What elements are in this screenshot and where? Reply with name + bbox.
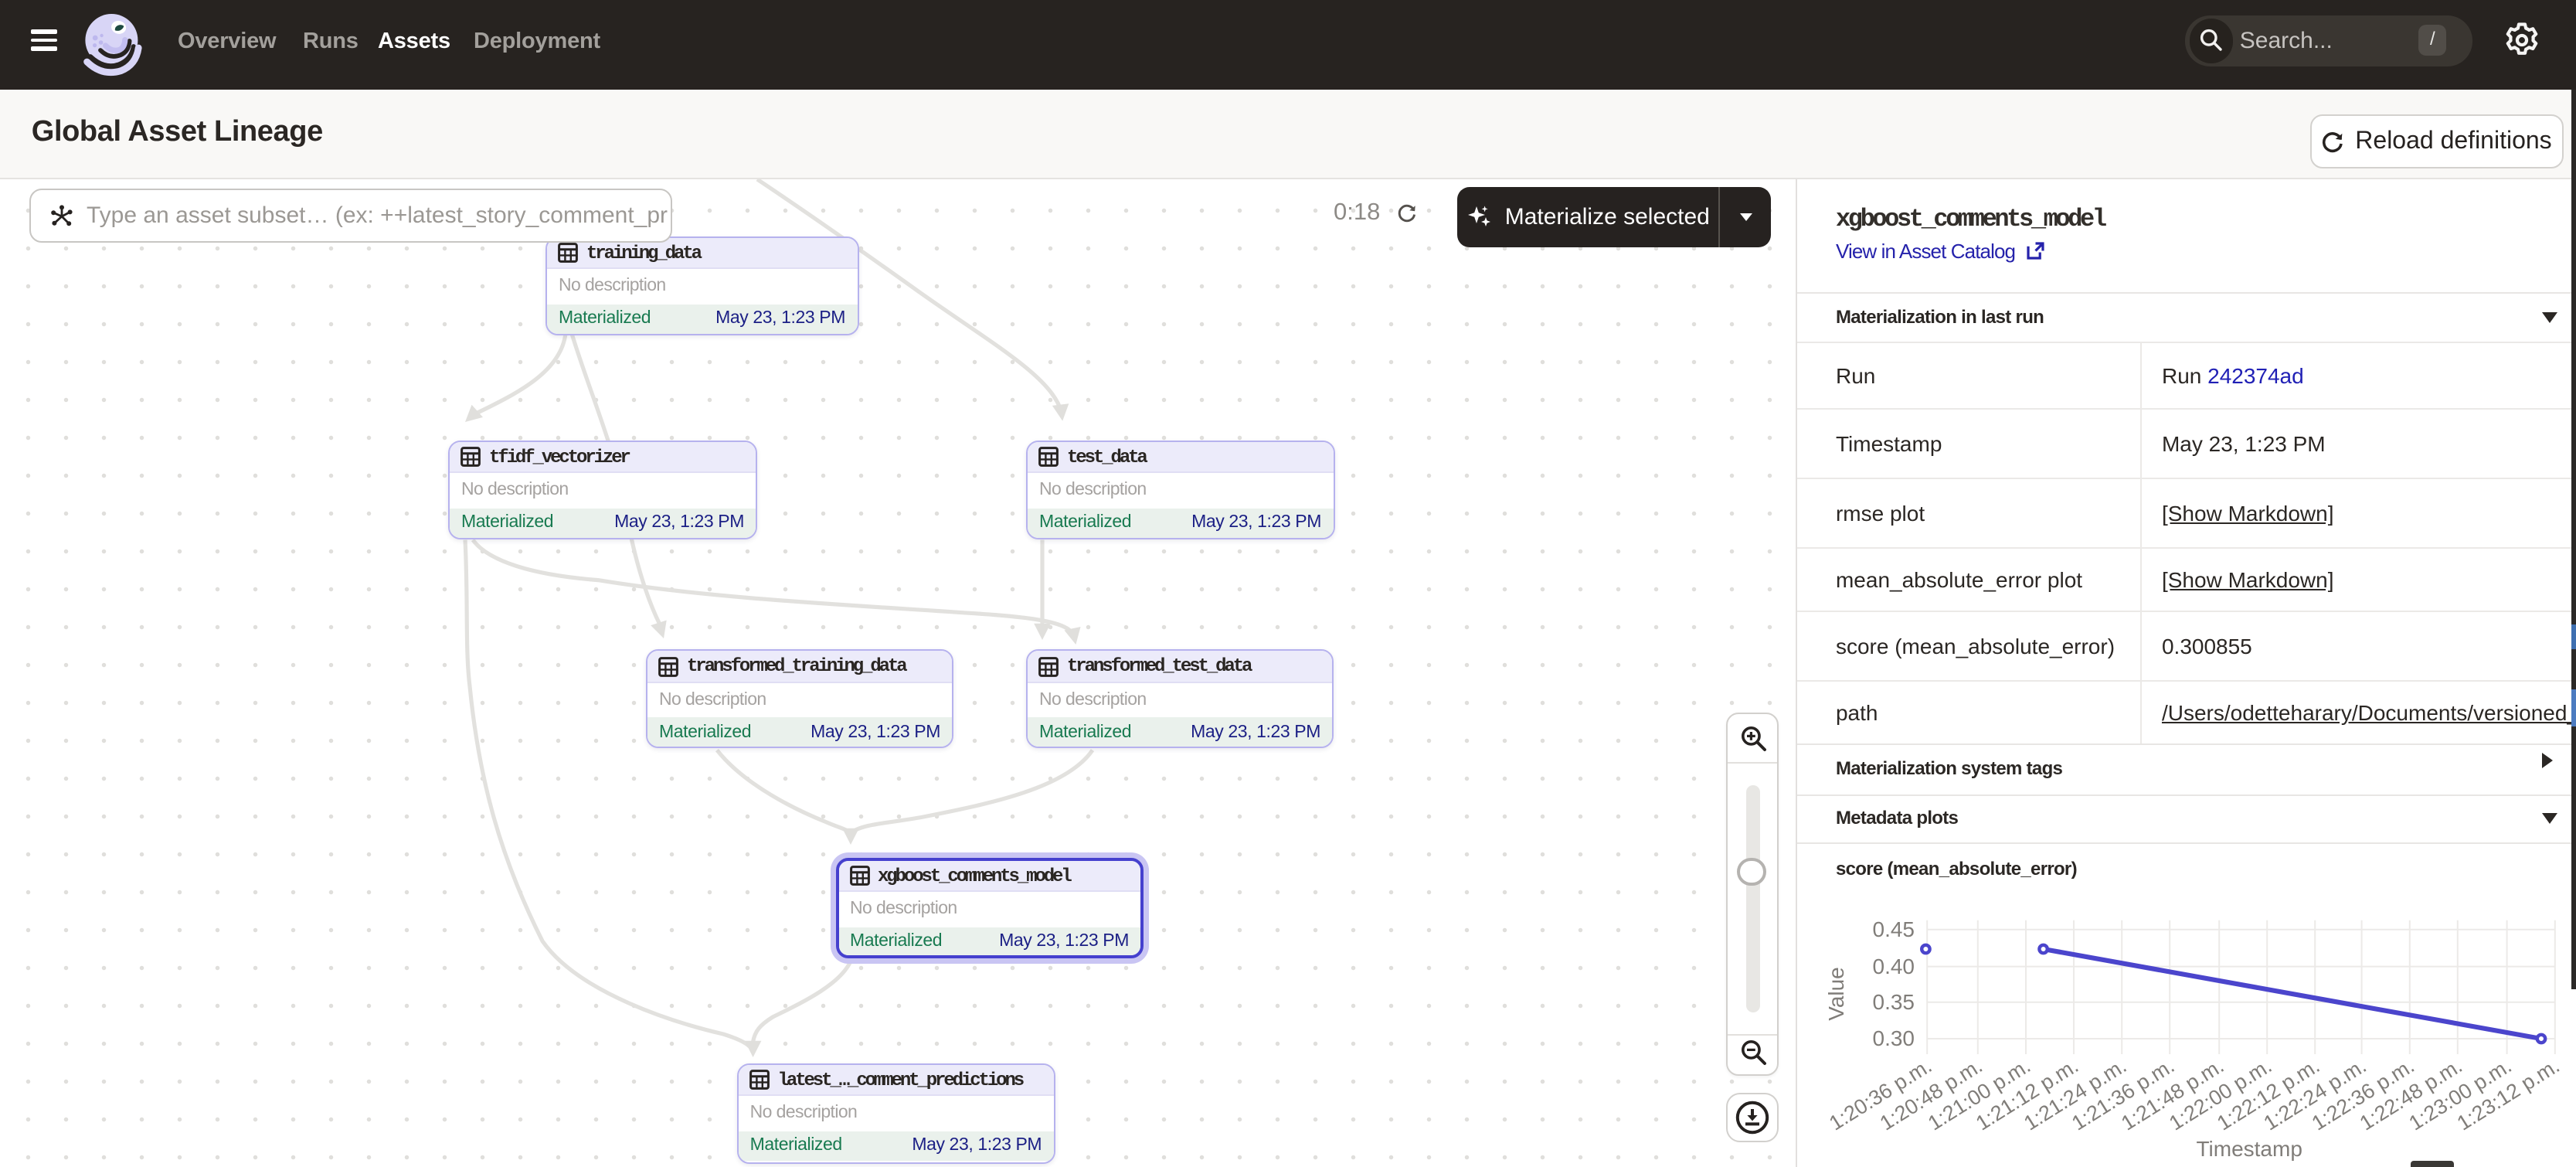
svg-text:0.45: 0.45 (1873, 917, 1915, 941)
svg-text:0.35: 0.35 (1873, 989, 1915, 1013)
svg-text:0.40: 0.40 (1873, 954, 1915, 978)
svg-text:Value: Value (1825, 967, 1849, 1021)
svg-text:0.30: 0.30 (1873, 1026, 1915, 1050)
svg-text:Timestamp: Timestamp (2197, 1136, 2302, 1160)
